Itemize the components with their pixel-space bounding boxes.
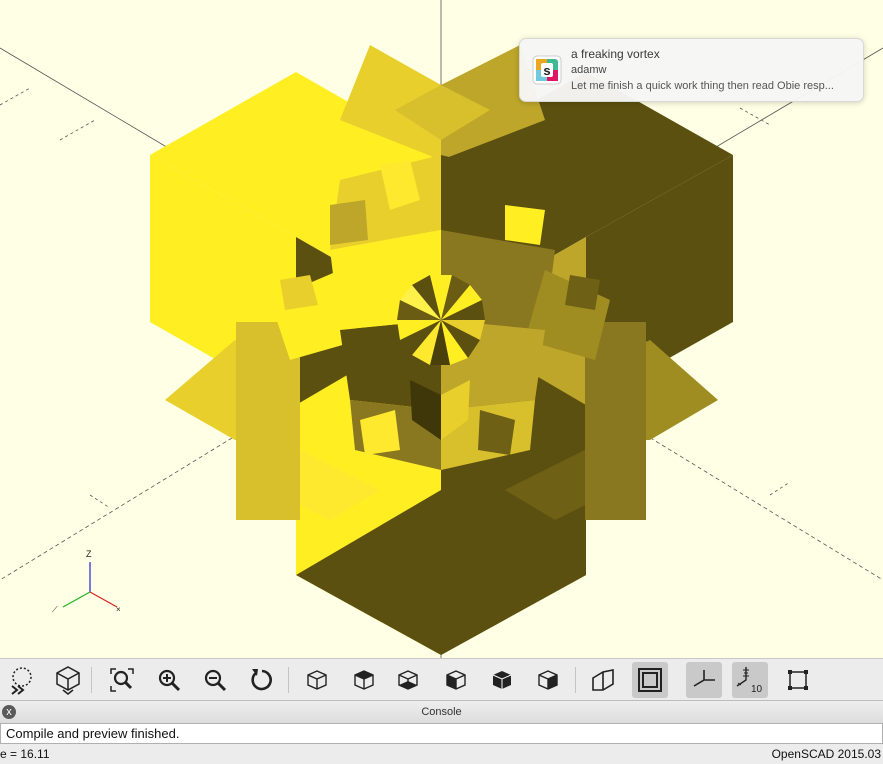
view-back-button[interactable] <box>530 662 566 698</box>
console-message: Compile and preview finished. <box>6 726 180 741</box>
slack-icon: s <box>532 55 562 85</box>
view-back-icon <box>538 670 558 690</box>
notification-title: a freaking vortex <box>571 47 660 61</box>
view-right-icon <box>307 670 327 690</box>
zoom-in-icon <box>158 669 181 692</box>
notification-message: Let me finish a quick work thing then re… <box>571 80 834 92</box>
view-right-button[interactable] <box>299 662 335 698</box>
view-front-icon <box>492 671 512 689</box>
status-version: OpenSCAD 2015.03 <box>771 747 881 761</box>
reset-view-button[interactable] <box>244 662 280 698</box>
console-output[interactable]: Compile and preview finished. <box>0 723 883 744</box>
view-left-icon <box>446 670 466 690</box>
notification-sender: adamw <box>571 64 607 76</box>
svg-text:s: s <box>543 63 550 78</box>
axes-icon <box>693 670 715 687</box>
perspective-icon <box>592 669 614 691</box>
zoom-in-button[interactable] <box>151 662 187 698</box>
view-front-button[interactable] <box>484 662 520 698</box>
zoom-out-icon <box>204 669 227 692</box>
y-axis-mark: ⟋ <box>52 605 58 614</box>
notification-banner[interactable]: s a freaking vortex adamw Let me finish … <box>519 38 864 102</box>
x-axis-mark: × <box>116 605 121 614</box>
3d-viewport[interactable]: Z ⟋ × s a freaking vortex adamw Let me f… <box>0 0 883 658</box>
edges-icon <box>788 670 808 690</box>
view-top-button[interactable] <box>346 662 382 698</box>
view-all-button[interactable] <box>104 662 140 698</box>
view-bottom-icon <box>398 670 418 690</box>
view-top-icon <box>354 670 374 690</box>
show-edges-button[interactable] <box>780 662 816 698</box>
orthogonal-button[interactable] <box>632 662 668 698</box>
axes-indicator: Z ⟋ × <box>52 549 121 614</box>
zoom-out-button[interactable] <box>197 662 233 698</box>
orthogonal-icon <box>638 668 662 692</box>
view-left-button[interactable] <box>438 662 474 698</box>
render-button[interactable] <box>4 662 40 698</box>
model-3d <box>150 45 733 655</box>
status-viewport-info: e = 16.11 <box>0 747 50 761</box>
console-header: x Console <box>0 700 883 724</box>
status-bar: e = 16.11 OpenSCAD 2015.03 <box>0 744 883 764</box>
view-bottom-button[interactable] <box>390 662 426 698</box>
z-axis-label: Z <box>86 549 92 559</box>
preview-icon <box>56 666 80 695</box>
scale-markers-icon: 10 <box>736 667 763 695</box>
perspective-button[interactable] <box>585 662 621 698</box>
render-icon <box>11 667 32 695</box>
toolbar: 10 <box>0 658 883 701</box>
preview-button[interactable] <box>50 662 86 698</box>
console-title: Console <box>421 706 462 718</box>
zoom-all-icon <box>110 668 134 692</box>
show-scale-markers-button[interactable]: 10 <box>732 662 768 698</box>
reset-view-icon <box>251 669 272 691</box>
show-axes-button[interactable] <box>686 662 722 698</box>
scale-label: 10 <box>751 684 763 695</box>
